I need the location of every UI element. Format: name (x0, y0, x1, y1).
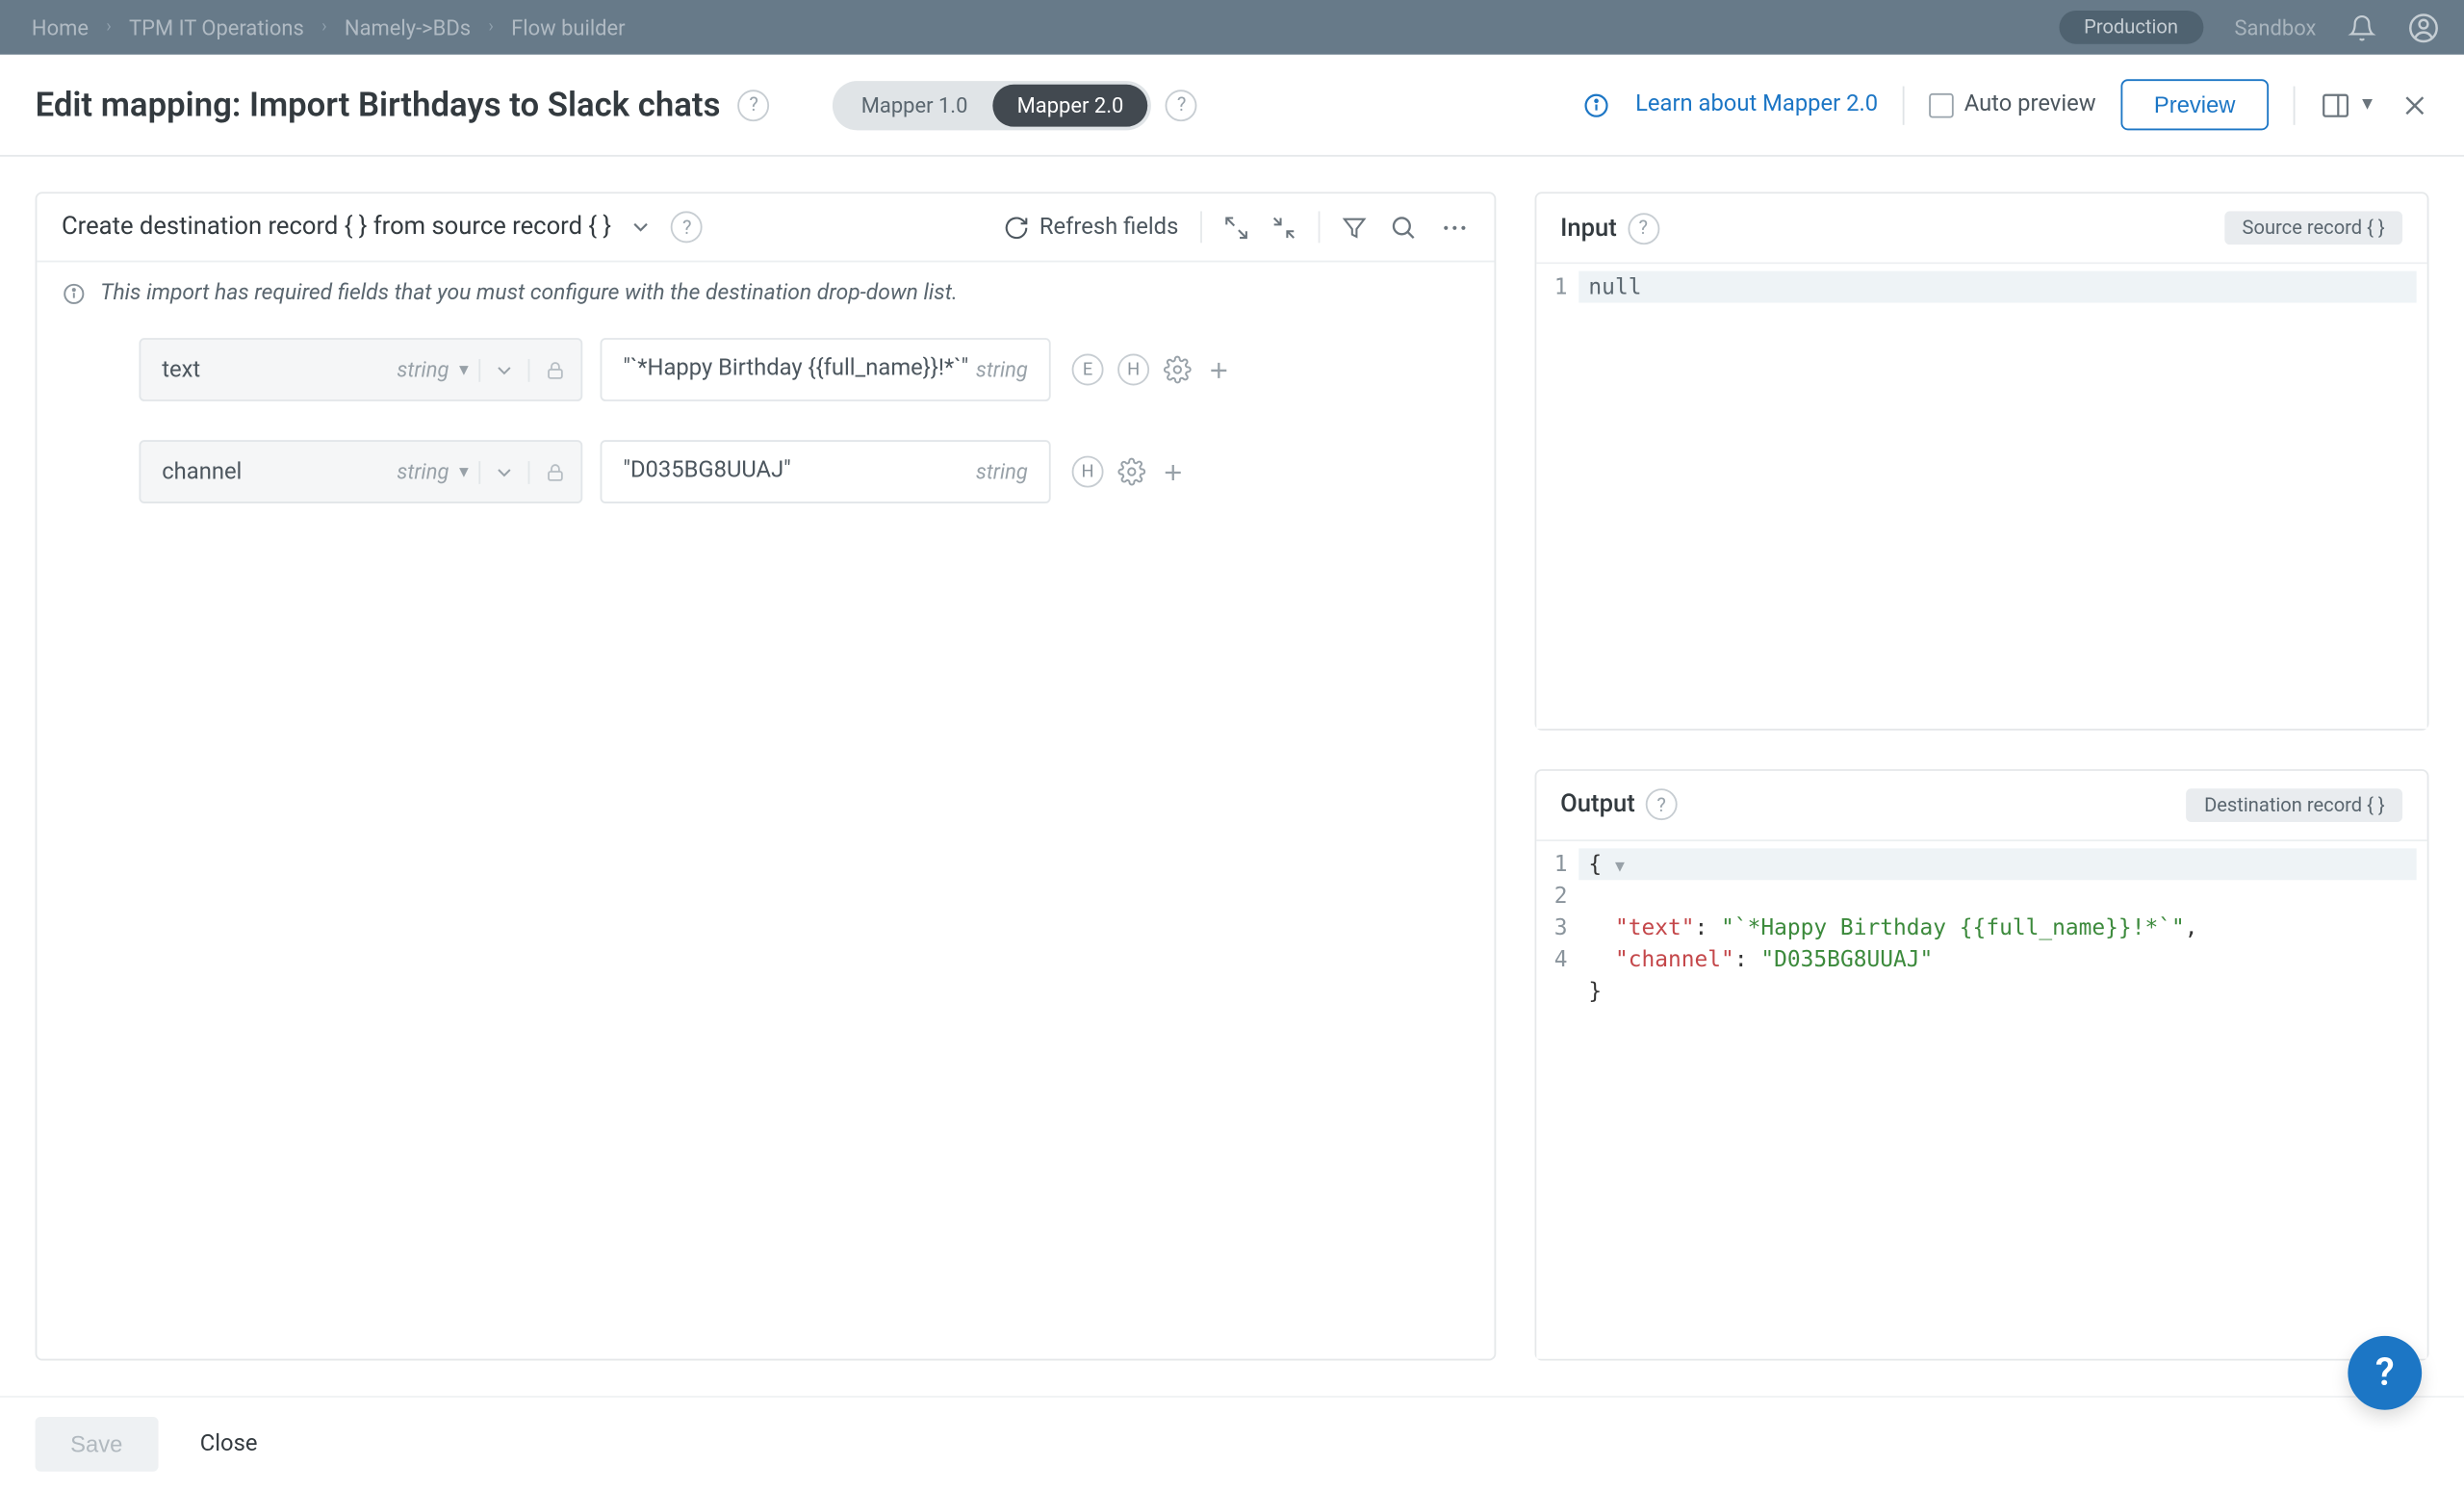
notice-text: This import has required fields that you… (100, 280, 958, 306)
chevron-right-icon: › (321, 17, 327, 37)
output-panel-header: Output ? Destination record { } (1536, 771, 2427, 841)
row-actions: H (1068, 440, 1187, 503)
chevron-down-icon[interactable] (478, 358, 527, 381)
output-code[interactable]: 1234 { ▼ "text": "`*Happy Birthday {{ful… (1536, 841, 2427, 1359)
source-value-input[interactable]: "D035BG8UUAJ" string (601, 440, 1051, 503)
page-header: Edit mapping: Import Birthdays to Slack … (0, 55, 2464, 157)
mapping-panel: Create destination record { } from sourc… (36, 192, 1496, 1360)
destination-field-name: channel (162, 459, 397, 485)
gear-icon[interactable] (1117, 458, 1145, 486)
bell-icon[interactable] (2348, 13, 2375, 41)
chevron-right-icon: › (488, 17, 494, 37)
source-value-text: "D035BG8UUAJ" (623, 456, 976, 488)
handlebars-chip[interactable]: H (1117, 354, 1149, 386)
source-value-type: string (976, 460, 1028, 485)
output-badge: Destination record { } (2187, 788, 2402, 822)
input-panel-header: Input ? Source record { } (1536, 193, 2427, 264)
info-icon (1582, 90, 1610, 118)
mapping-row: channel string ▼ "D035BG8UUAJ" string H (139, 440, 1444, 503)
refresh-fields-label: Refresh fields (1040, 214, 1178, 240)
info-icon (62, 281, 87, 306)
mapping-row: text string ▼ "`*Happy Birthday {{full_n… (139, 338, 1444, 401)
help-fab[interactable]: ? (2348, 1336, 2422, 1410)
divider (1318, 211, 1320, 243)
input-panel: Input ? Source record { } 1 null (1534, 192, 2429, 730)
mapper-v2-tab[interactable]: Mapper 2.0 (992, 84, 1148, 126)
destination-field-select[interactable]: channel string ▼ (139, 440, 582, 503)
gear-icon[interactable] (1164, 356, 1192, 384)
save-button[interactable]: Save (36, 1417, 158, 1472)
chevron-right-icon: › (106, 17, 112, 37)
user-avatar-icon[interactable] (2408, 12, 2440, 43)
divider (2294, 86, 2296, 124)
input-badge: Source record { } (2224, 211, 2402, 244)
search-icon[interactable] (1388, 212, 1418, 242)
lock-icon (528, 358, 581, 381)
divider (1903, 86, 1905, 124)
plus-icon[interactable] (1160, 459, 1186, 485)
caret-down-icon: ▼ (2358, 95, 2375, 115)
breadcrumb-item[interactable]: TPM IT Operations (129, 15, 304, 40)
destination-field-select[interactable]: text string ▼ (139, 338, 582, 401)
footer: Save Close (0, 1396, 2464, 1491)
lock-icon (528, 461, 581, 484)
more-icon[interactable] (1439, 212, 1469, 242)
code-lines: { ▼ "text": "`*Happy Birthday {{full_nam… (1578, 841, 2426, 1359)
mapping-subtitle: Create destination record { } from sourc… (62, 213, 611, 241)
page-title: Edit mapping: Import Birthdays to Slack … (36, 85, 721, 125)
caret-down-icon: ▼ (456, 463, 472, 482)
help-icon[interactable]: ? (1646, 789, 1678, 821)
code-lines: null (1578, 264, 2426, 728)
auto-preview-label: Auto preview (1964, 91, 2096, 117)
breadcrumb-item[interactable]: Home (32, 15, 89, 40)
chevron-down-icon[interactable] (478, 461, 527, 484)
close-button[interactable]: Close (200, 1431, 258, 1457)
filter-icon[interactable] (1341, 214, 1367, 240)
environment-production-pill[interactable]: Production (2060, 11, 2203, 44)
checkbox-icon[interactable] (1929, 92, 1954, 117)
refresh-fields-button[interactable]: Refresh fields (1003, 214, 1179, 240)
help-icon[interactable]: ? (671, 211, 703, 243)
environment-sandbox-label[interactable]: Sandbox (2234, 15, 2316, 40)
preview-column: Input ? Source record { } 1 null Output … (1534, 192, 2429, 1360)
mapper-version-toggle: Mapper 1.0 Mapper 2.0 (833, 80, 1151, 129)
global-nav: Home › TPM IT Operations › Namely->BDs ›… (0, 0, 2464, 55)
line-gutter: 1 (1536, 264, 1578, 728)
mapping-rows: text string ▼ "`*Happy Birthday {{full_n… (37, 323, 1493, 556)
input-code[interactable]: 1 null (1536, 264, 2427, 728)
destination-field-type: string (397, 460, 449, 485)
row-actions: E H (1068, 338, 1232, 401)
help-icon[interactable]: ? (738, 89, 770, 120)
close-icon[interactable] (2400, 90, 2428, 118)
caret-down-icon: ▼ (456, 360, 472, 379)
plus-icon[interactable] (1206, 356, 1232, 382)
required-fields-notice: This import has required fields that you… (37, 262, 1493, 323)
destination-field-name: text (162, 356, 397, 382)
line-gutter: 1234 (1536, 841, 1578, 1359)
source-value-type: string (976, 357, 1028, 382)
input-panel-title: Input (1560, 214, 1617, 242)
main-content: Create destination record { } from sourc… (0, 157, 2464, 1396)
output-panel-title: Output (1560, 791, 1635, 819)
learn-about-mapper-link[interactable]: Learn about Mapper 2.0 (1635, 91, 1878, 117)
chevron-down-icon[interactable] (629, 215, 654, 240)
expression-chip[interactable]: E (1072, 354, 1104, 386)
breadcrumb-item[interactable]: Namely->BDs (345, 15, 471, 40)
layout-toggle[interactable]: ▼ (2320, 89, 2375, 120)
divider (1199, 211, 1201, 243)
mapper-v1-tab[interactable]: Mapper 1.0 (836, 84, 992, 126)
preview-button[interactable]: Preview (2120, 79, 2269, 130)
collapse-icon[interactable] (1270, 214, 1296, 240)
destination-field-type: string (397, 357, 449, 382)
output-panel: Output ? Destination record { } 1234 { ▼… (1534, 769, 2429, 1361)
mapping-panel-header: Create destination record { } from sourc… (37, 193, 1493, 262)
help-icon[interactable]: ? (1166, 89, 1197, 120)
source-value-input[interactable]: "`*Happy Birthday {{full_name}}!*`" stri… (601, 338, 1051, 401)
source-value-text: "`*Happy Birthday {{full_name}}!*`" (623, 354, 976, 386)
handlebars-chip[interactable]: H (1072, 456, 1104, 488)
breadcrumb-item[interactable]: Flow builder (511, 15, 625, 40)
auto-preview-toggle[interactable]: Auto preview (1929, 91, 2095, 117)
help-icon[interactable]: ? (1628, 212, 1659, 244)
expand-icon[interactable] (1222, 214, 1248, 240)
